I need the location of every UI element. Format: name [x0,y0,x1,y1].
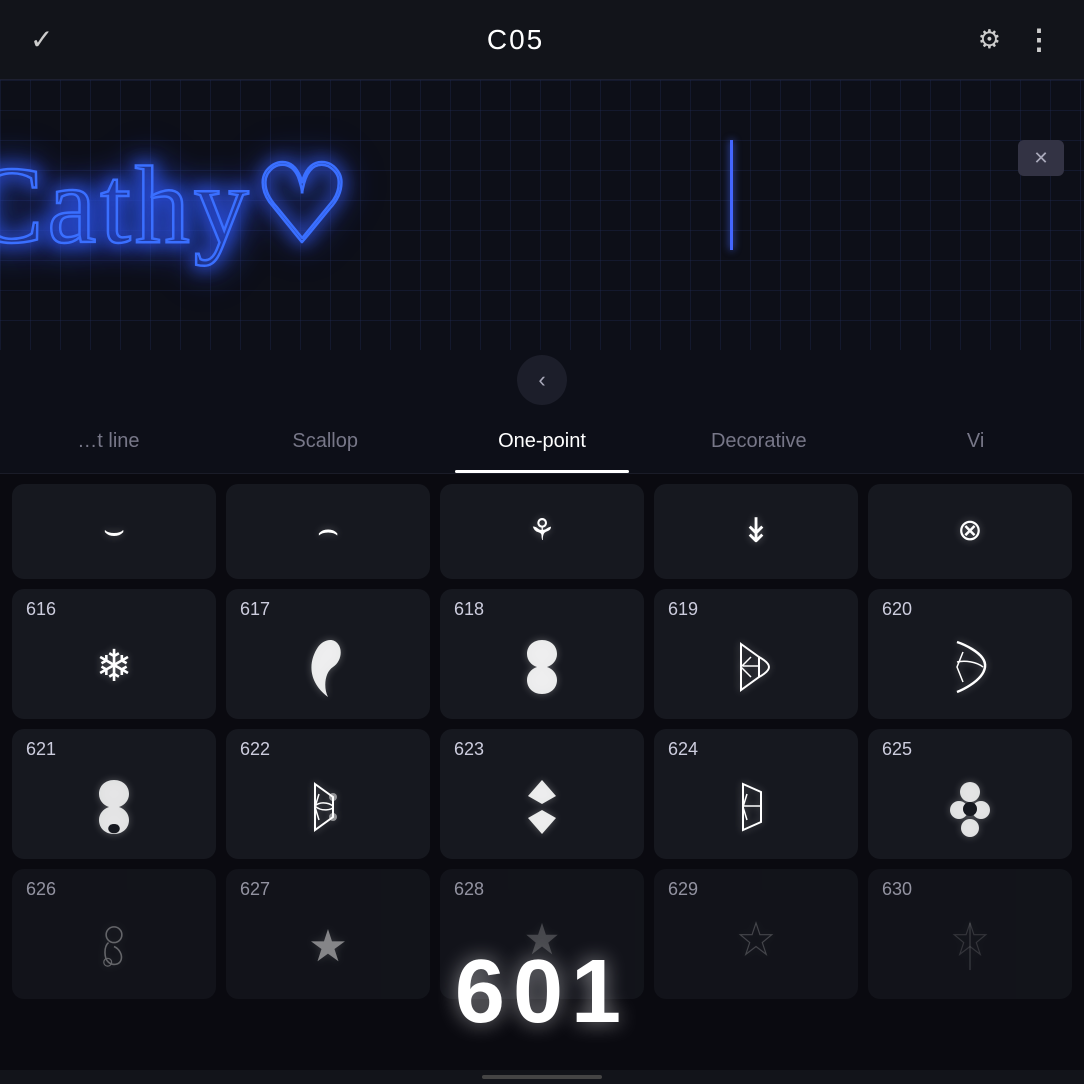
stitch-icon-622 [305,766,351,847]
stitch-card-617[interactable]: 617 [226,589,430,719]
stitch-icon-630 [947,906,993,987]
stitch-row-partial: ⌣ ⌢ ⚘ ↡ ⊗ [12,484,1072,579]
top-bar-left: ✓ [30,23,53,56]
stitch-card-621[interactable]: 621 [12,729,216,859]
tab-decorative[interactable]: Decorative [650,410,867,473]
stitch-number: 626 [18,879,56,900]
stitch-card-628[interactable]: 628 [440,869,644,999]
stitch-card-627[interactable]: 627 ★ [226,869,430,999]
bottom-bar [0,1070,1084,1084]
canvas-area: Cathy♡ ✕ [0,80,1084,350]
back-button-row: ‹ [0,350,1084,410]
stitch-card[interactable]: ↡ [654,484,858,579]
stitch-card-624[interactable]: 624 [654,729,858,859]
back-button[interactable]: ‹ [517,355,567,405]
check-icon[interactable]: ✓ [30,23,53,56]
stitch-icon: ⊗ [957,494,982,567]
stitch-icon: ⚘ [529,494,556,567]
stitch-card-622[interactable]: 622 [226,729,430,859]
home-indicator [482,1075,602,1079]
top-bar: ✓ C05 ⚙ ⋮ [0,0,1084,80]
stitch-card-623[interactable]: 623 [440,729,644,859]
stitch-icon-623 [522,766,562,847]
stitch-number: 623 [446,739,484,760]
stitch-card-626[interactable]: 626 [12,869,216,999]
stitch-icon-629 [733,906,779,987]
tab-scallop[interactable]: Scallop [217,410,434,473]
tab-straight-line-label: …t line [77,430,139,453]
tab-one-point-label: One-point [498,430,586,453]
stitch-icon-627: ★ [308,906,347,987]
stitch-number: 630 [874,879,912,900]
stitch-card-629[interactable]: 629 [654,869,858,999]
stitch-grid: ⌣ ⌢ ⚘ ↡ ⊗ 616 ❄ 617 618 [0,474,1084,1070]
tab-one-point[interactable]: One-point [434,410,651,473]
stitch-number: 628 [446,879,484,900]
stitch-card-619[interactable]: 619 [654,589,858,719]
stitch-icon-621 [91,766,137,847]
stitch-icon: ⌢ [317,494,339,567]
more-options-icon[interactable]: ⋮ [1025,23,1054,56]
page-title: C05 [487,24,544,56]
stitch-number: 629 [660,879,698,900]
stitch-number: 619 [660,599,698,620]
delete-icon: ✕ [1033,148,1048,169]
tab-vi[interactable]: Vi [867,410,1084,473]
stitch-number: 616 [18,599,56,620]
stitch-card[interactable]: ⌣ [12,484,216,579]
stitch-icon: ↡ [742,494,771,567]
stitch-icon-620 [947,626,993,707]
stitch-number: 627 [232,879,270,900]
canvas-text: Cathy♡ [0,140,355,269]
stitch-number: 618 [446,599,484,620]
stitch-icon-616: ❄ [96,626,133,707]
stitch-number: 617 [232,599,270,620]
stitch-card-625[interactable]: 625 [868,729,1072,859]
tab-scallop-label: Scallop [292,430,358,453]
stitch-number: 624 [660,739,698,760]
top-bar-right: ⚙ ⋮ [978,23,1054,56]
stitch-number: 621 [18,739,56,760]
stitch-card[interactable]: ⚘ [440,484,644,579]
stitch-card-616[interactable]: 616 ❄ [12,589,216,719]
stitch-card[interactable]: ⌢ [226,484,430,579]
stitch-icon: ⌣ [103,494,125,567]
stitch-icon-625 [945,766,995,847]
stitch-card[interactable]: ⊗ [868,484,1072,579]
stitch-number: 622 [232,739,270,760]
stitch-row-621: 621 622 623 [12,729,1072,859]
stitch-icon-628 [519,906,565,987]
canvas-cursor [730,140,733,250]
gear-icon[interactable]: ⚙ [978,24,1001,55]
stitch-row-626: 626 627 ★ 628 629 [12,869,1072,999]
stitch-icon-619 [733,626,779,707]
tab-straight-line[interactable]: …t line [0,410,217,473]
stitch-number: 620 [874,599,912,620]
tab-vi-label: Vi [967,430,984,453]
stitch-icon-618 [519,626,565,707]
stitch-card-620[interactable]: 620 [868,589,1072,719]
tab-decorative-label: Decorative [711,430,807,453]
tabs-row: …t line Scallop One-point Decorative Vi [0,410,1084,474]
stitch-number: 625 [874,739,912,760]
stitch-row-616: 616 ❄ 617 618 619 [12,589,1072,719]
stitch-icon-617 [303,626,353,707]
stitch-card-618[interactable]: 618 [440,589,644,719]
stitch-icon-624 [733,766,779,847]
stitch-card-630[interactable]: 630 [868,869,1072,999]
delete-button[interactable]: ✕ [1018,140,1064,176]
back-icon: ‹ [538,367,545,393]
stitch-icon-626 [91,906,137,987]
